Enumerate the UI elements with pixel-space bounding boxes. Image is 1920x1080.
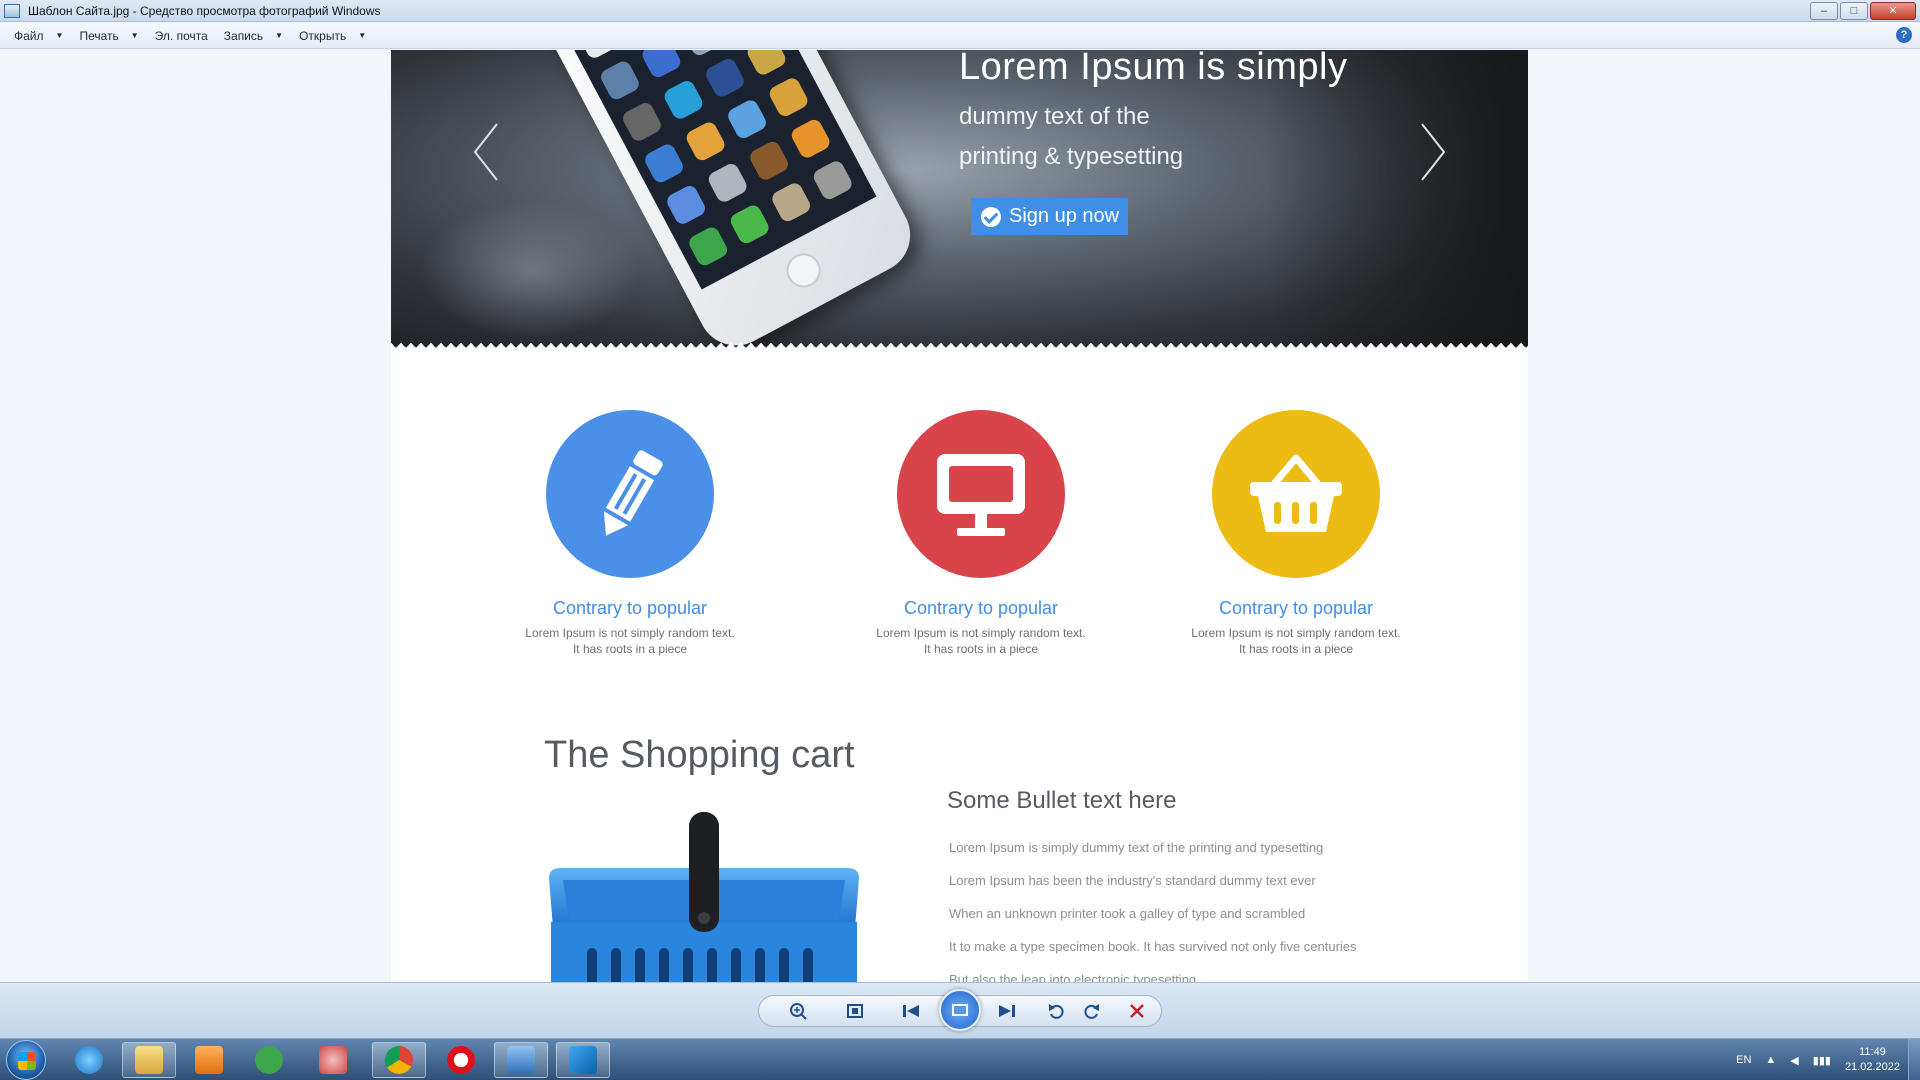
internet-explorer-icon[interactable] [62, 1042, 116, 1078]
check-circle-icon [981, 206, 1001, 227]
vscode-icon[interactable] [556, 1042, 610, 1078]
menu-burn-label: Запись [223, 28, 264, 43]
monitor-icon [937, 454, 1025, 536]
hero-title: Lorem Ipsum is simply [959, 50, 1348, 88]
clock[interactable]: 11:49 21.02.2022 [1845, 1045, 1900, 1075]
vivaldi-icon[interactable] [242, 1042, 296, 1078]
menu-file-label: Файл [14, 28, 44, 43]
file-explorer-icon[interactable] [122, 1042, 176, 1078]
menu-print-label: Печать [79, 28, 119, 43]
feature-desc-2: It has roots in a piece [923, 642, 1039, 656]
media-player-icon[interactable] [182, 1042, 236, 1078]
bullet-list: Lorem Ipsum is simply dummy text of the … [949, 840, 1357, 982]
signup-button: Sign up now [971, 198, 1128, 235]
menu-email[interactable]: Эл. почта [147, 25, 216, 47]
image-viewport: Lorem Ipsum is simply dummy text of the … [0, 50, 1920, 982]
help-icon[interactable]: ? [1896, 27, 1912, 43]
feature-card-2: Contrary to popular Lorem Ipsum is not s… [851, 410, 1111, 657]
photo-viewer-app-icon [4, 3, 20, 18]
chevron-down-icon: ▼ [130, 31, 139, 40]
network-icon[interactable]: ▮▮▮ [1813, 1054, 1831, 1067]
start-button[interactable] [6, 1040, 46, 1080]
list-item: But also the leap into electronic typese… [949, 972, 1197, 982]
windows-logo-icon [18, 1052, 36, 1070]
feature-title: Contrary to popular [552, 598, 708, 618]
carousel-prev-icon[interactable] [471, 122, 501, 182]
chevron-down-icon: ▼ [55, 31, 64, 40]
zigzag-divider [391, 343, 1528, 350]
viewer-toolbar [0, 982, 1920, 1038]
feature-circle-red [897, 410, 1065, 578]
feature-desc-1: Lorem Ipsum is not simply random text. [525, 626, 735, 640]
feature-title: Contrary to popular [903, 598, 1059, 618]
slideshow-icon[interactable] [939, 989, 981, 1031]
feature-circle-blue [546, 410, 714, 578]
list-item: When an unknown printer took a galley of… [949, 906, 1306, 921]
feature-desc-2: It has roots in a piece [572, 642, 688, 656]
window-titlebar: Шаблон Сайта.jpg - Средство просмотра фо… [0, 0, 1920, 22]
show-hidden-icons-icon[interactable]: ▲ [1765, 1054, 1776, 1066]
hero-subtitle-2: printing & typesetting [959, 143, 1184, 170]
rotate-right-icon[interactable] [1078, 1000, 1104, 1022]
shopping-basket-image [539, 808, 869, 982]
opera-icon[interactable] [434, 1042, 488, 1078]
bullet-section-title: Some Bullet text here [947, 787, 1177, 814]
maximize-button[interactable]: □ [1840, 2, 1868, 20]
zoom-icon[interactable] [786, 1000, 812, 1022]
phone-home-button [780, 247, 827, 294]
feature-card-3: Contrary to popular Lorem Ipsum is not s… [1166, 410, 1426, 657]
delete-icon[interactable] [1124, 1000, 1150, 1022]
minimize-button[interactable]: – [1810, 2, 1838, 20]
menu-email-label: Эл. почта [154, 28, 208, 43]
menu-open[interactable]: Открыть ▼ [291, 25, 374, 47]
clock-date: 21.02.2022 [1844, 1061, 1900, 1073]
list-item: Lorem Ipsum has been the industry's stan… [949, 873, 1316, 888]
chevron-down-icon: ▼ [275, 31, 284, 40]
menu-open-label: Открыть [299, 28, 347, 43]
language-indicator[interactable]: EN [1736, 1054, 1751, 1066]
feature-card-1: Contrary to popular Lorem Ipsum is not s… [500, 410, 760, 657]
cart-section-title: The Shopping cart [544, 734, 855, 776]
windows-taskbar: EN ▲ ◀ ▮▮▮ 11:49 21.02.2022 [0, 1038, 1920, 1080]
carousel-next-icon[interactable] [1418, 122, 1448, 182]
list-item: Lorem Ipsum is simply dummy text of the … [949, 840, 1324, 855]
feature-desc-2: It has roots in a piece [1238, 642, 1354, 656]
photo-viewer-icon[interactable] [494, 1042, 548, 1078]
menu-burn[interactable]: Запись ▼ [216, 25, 291, 47]
signup-label: Sign up now [1009, 205, 1120, 227]
menu-print[interactable]: Печать ▼ [71, 25, 146, 47]
feature-title: Contrary to popular [1218, 598, 1374, 618]
chrome-icon[interactable] [372, 1042, 426, 1078]
window-controls: – □ ✕ [1810, 2, 1916, 20]
feature-desc-1: Lorem Ipsum is not simply random text. [876, 626, 1086, 640]
hero-banner: Lorem Ipsum is simply dummy text of the … [391, 50, 1528, 350]
list-item: It to make a type specimen book. It has … [949, 939, 1357, 954]
volume-icon[interactable]: ◀ [1790, 1054, 1798, 1067]
clock-time: 11:49 [1859, 1046, 1886, 1058]
previous-image-icon[interactable] [898, 1000, 924, 1022]
basket-icon [1250, 454, 1342, 532]
hero-subtitle-1: dummy text of the [959, 103, 1150, 130]
next-image-icon[interactable] [994, 1000, 1020, 1022]
show-desktop-button[interactable] [1908, 1039, 1920, 1080]
system-tray: EN ▲ ◀ ▮▮▮ 11:49 21.02.2022 [1736, 1039, 1900, 1080]
window-title: Шаблон Сайта.jpg - Средство просмотра фо… [28, 3, 381, 18]
close-button[interactable]: ✕ [1870, 2, 1916, 20]
displayed-image: Lorem Ipsum is simply dummy text of the … [391, 50, 1528, 982]
menu-bar: Файл ▼ Печать ▼ Эл. почта Запись ▼ Откры… [0, 23, 1920, 49]
rotate-left-icon[interactable] [1044, 1000, 1070, 1022]
actual-size-icon[interactable] [842, 1000, 868, 1022]
hero-text: Lorem Ipsum is simply dummy text of the … [959, 50, 1347, 177]
snipping-tool-icon[interactable] [306, 1042, 360, 1078]
feature-desc-1: Lorem Ipsum is not simply random text. [1191, 626, 1401, 640]
chevron-down-icon: ▼ [358, 31, 367, 40]
pencil-icon [603, 450, 663, 536]
menu-file[interactable]: Файл ▼ [6, 25, 71, 47]
feature-circle-yellow [1212, 410, 1380, 578]
